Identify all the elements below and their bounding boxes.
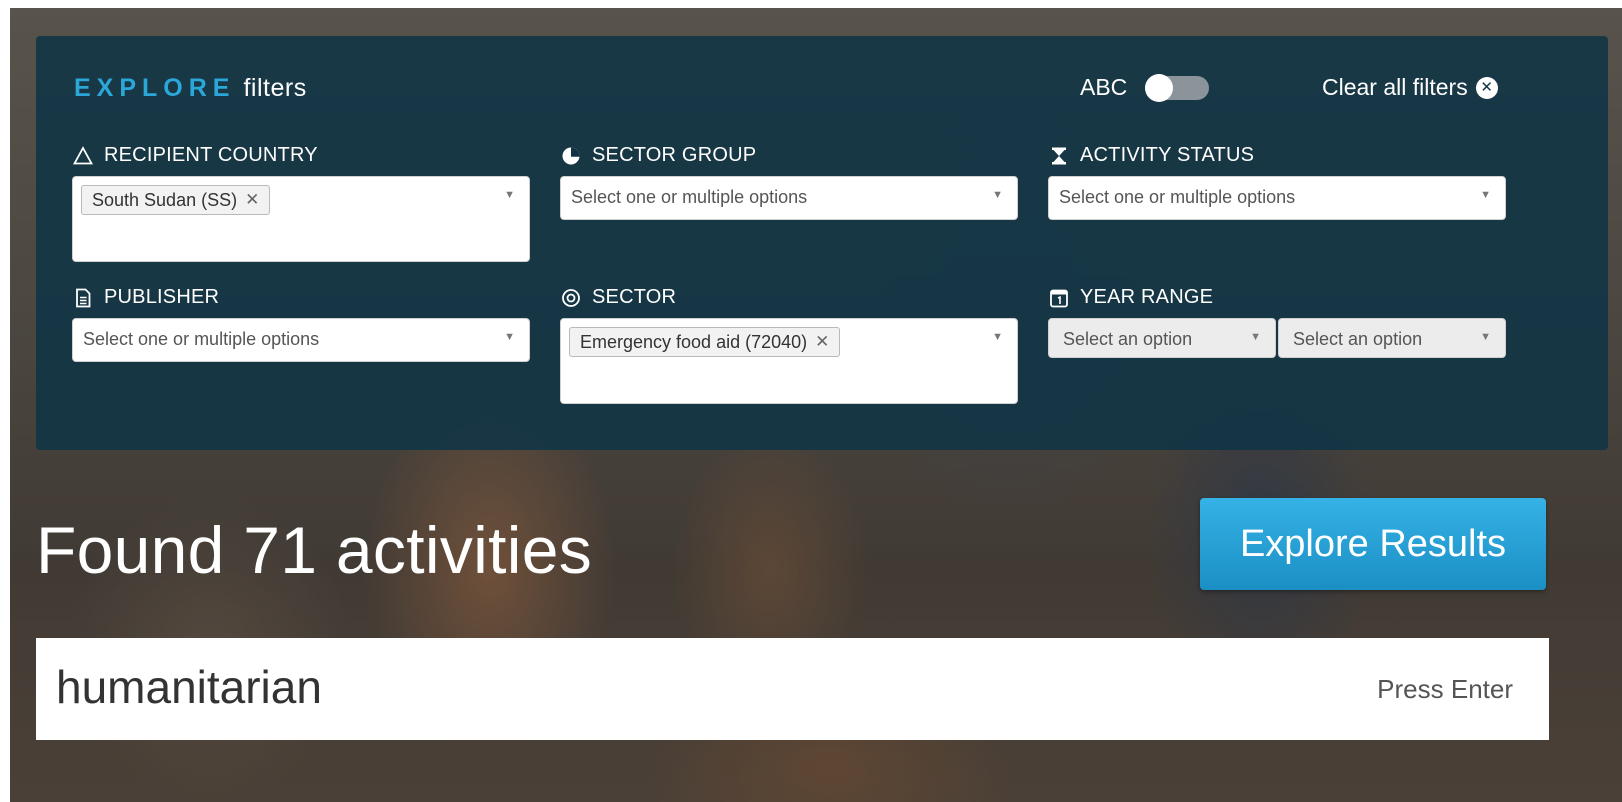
clear-all-filters-link[interactable]: Clear all filters ✕ <box>1322 74 1498 101</box>
sector-group-select[interactable]: Select one or multiple options ▼ <box>560 176 1018 220</box>
remove-tag-icon[interactable]: ✕ <box>245 190 259 210</box>
abc-toggle-switch[interactable] <box>1145 73 1210 102</box>
pie-chart-icon <box>560 145 582 167</box>
sector-select[interactable]: Emergency food aid (72040) ✕ ▼ <box>560 318 1018 404</box>
abc-label: ABC <box>1080 74 1128 100</box>
sector-group-label-text: SECTOR GROUP <box>592 144 757 166</box>
filters-title-explore: EXPLORE <box>74 74 236 102</box>
selected-tag: Emergency food aid (72040) ✕ <box>569 327 841 357</box>
year-end-select[interactable]: Select an option ▼ <box>1278 318 1506 358</box>
tag-label: South Sudan (SS) <box>92 189 238 210</box>
target-icon <box>560 287 582 309</box>
select-placeholder: Select an option <box>1293 329 1423 349</box>
document-icon <box>72 287 94 309</box>
close-circle-icon: ✕ <box>1475 76 1498 99</box>
select-placeholder: Select one or multiple options <box>1059 187 1296 207</box>
filters-title-word: filters <box>243 74 307 102</box>
publisher-label-text: PUBLISHER <box>104 286 220 308</box>
sector-label: SECTOR <box>560 286 676 309</box>
recipient-country-label-text: RECIPIENT COUNTRY <box>104 144 318 166</box>
recipient-country-select[interactable]: South Sudan (SS) ✕ ▼ <box>72 176 530 262</box>
calendar-icon <box>1048 287 1070 309</box>
search-input[interactable] <box>56 660 1256 714</box>
activity-status-label: ACTIVITY STATUS <box>1048 144 1254 167</box>
filters-title: EXPLORE filters <box>74 74 307 103</box>
press-enter-hint: Press Enter <box>1377 674 1513 704</box>
abc-toggle-group: ABC <box>1080 73 1210 102</box>
triangle-icon <box>72 145 94 167</box>
sector-label-text: SECTOR <box>592 286 677 308</box>
search-bar: Press Enter <box>36 638 1549 740</box>
explore-filters-panel: EXPLORE filters ABC Clear all filters ✕ R… <box>36 36 1608 450</box>
chevron-down-icon: ▼ <box>992 331 1003 343</box>
publisher-label: PUBLISHER <box>72 286 219 309</box>
chevron-down-icon: ▼ <box>504 331 515 343</box>
sector-group-label: SECTOR GROUP <box>560 144 756 167</box>
selected-tag: South Sudan (SS) ✕ <box>81 185 271 215</box>
hourglass-icon <box>1048 145 1070 167</box>
activity-status-select[interactable]: Select one or multiple options ▼ <box>1048 176 1506 220</box>
remove-tag-icon[interactable]: ✕ <box>815 332 829 352</box>
chevron-down-icon: ▼ <box>992 189 1003 201</box>
chevron-down-icon: ▼ <box>1250 331 1261 343</box>
chevron-down-icon: ▼ <box>1480 331 1491 343</box>
chevron-down-icon: ▼ <box>504 189 515 201</box>
clear-all-label: Clear all filters <box>1322 74 1468 100</box>
results-count-heading: Found 71 activities <box>36 513 593 587</box>
select-placeholder: Select one or multiple options <box>571 187 808 207</box>
year-start-select[interactable]: Select an option ▼ <box>1048 318 1276 358</box>
chevron-down-icon: ▼ <box>1480 189 1491 201</box>
select-placeholder: Select one or multiple options <box>83 329 320 349</box>
recipient-country-label: RECIPIENT COUNTRY <box>72 144 318 167</box>
year-range-label-text: YEAR RANGE <box>1080 286 1214 308</box>
year-range-label: YEAR RANGE <box>1048 286 1213 309</box>
toggle-knob <box>1145 73 1174 102</box>
publisher-select[interactable]: Select one or multiple options ▼ <box>72 318 530 362</box>
activity-status-label-text: ACTIVITY STATUS <box>1080 144 1255 166</box>
tag-label: Emergency food aid (72040) <box>580 331 808 352</box>
explore-results-button[interactable]: Explore Results <box>1200 498 1546 590</box>
select-placeholder: Select an option <box>1063 329 1193 349</box>
